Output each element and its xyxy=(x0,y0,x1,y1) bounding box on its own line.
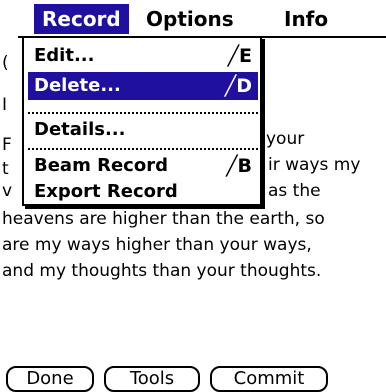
note-line: and my thoughts than your thoughts. xyxy=(2,261,322,281)
menu-item-label: Delete... xyxy=(34,75,121,96)
note-fragment: F xyxy=(2,135,12,155)
record-dropdown: Edit... ╱E Delete... ╱D Details... Beam … xyxy=(22,36,262,206)
note-line: are my ways higher than your ways, xyxy=(2,235,312,255)
note-line-partial: your xyxy=(266,129,305,149)
shortcut-label: ╱E xyxy=(227,45,252,67)
note-fragment: ( xyxy=(2,53,9,73)
menu-item-delete[interactable]: Delete... ╱D xyxy=(28,72,258,100)
menu-info[interactable]: Info xyxy=(276,4,336,34)
note-fragment: v xyxy=(2,181,13,201)
menu-item-label: Beam Record xyxy=(34,155,168,176)
screen: Record Options Info ( I F t v your ir wa… xyxy=(0,0,386,392)
menu-item-details[interactable]: Details... xyxy=(28,116,258,144)
menu-item-beam-record[interactable]: Beam Record ╱B xyxy=(28,152,258,180)
menu-item-edit[interactable]: Edit... ╱E xyxy=(28,42,258,70)
menu-options[interactable]: Options xyxy=(138,4,242,34)
done-button[interactable]: Done xyxy=(6,366,94,392)
tools-button[interactable]: Tools xyxy=(104,366,200,392)
menu-bar: Record Options Info xyxy=(18,0,386,38)
menu-item-label: Details... xyxy=(34,119,126,140)
menu-item-label: Export Record xyxy=(34,181,178,202)
note-fragment: I xyxy=(2,95,8,115)
note-line-partial: as the xyxy=(268,181,321,201)
menu-separator xyxy=(28,148,258,150)
shortcut-label: ╱B xyxy=(226,155,252,177)
note-line: heavens are higher than the earth, so xyxy=(2,209,325,229)
shortcut-label: ╱D xyxy=(224,75,252,97)
note-line-partial: ir ways my xyxy=(268,155,361,175)
commit-button[interactable]: Commit xyxy=(210,366,328,392)
menu-item-export-record[interactable]: Export Record xyxy=(28,178,258,206)
menu-item-label: Edit... xyxy=(34,45,95,66)
menu-separator xyxy=(28,112,258,114)
menu-record[interactable]: Record xyxy=(34,4,129,34)
